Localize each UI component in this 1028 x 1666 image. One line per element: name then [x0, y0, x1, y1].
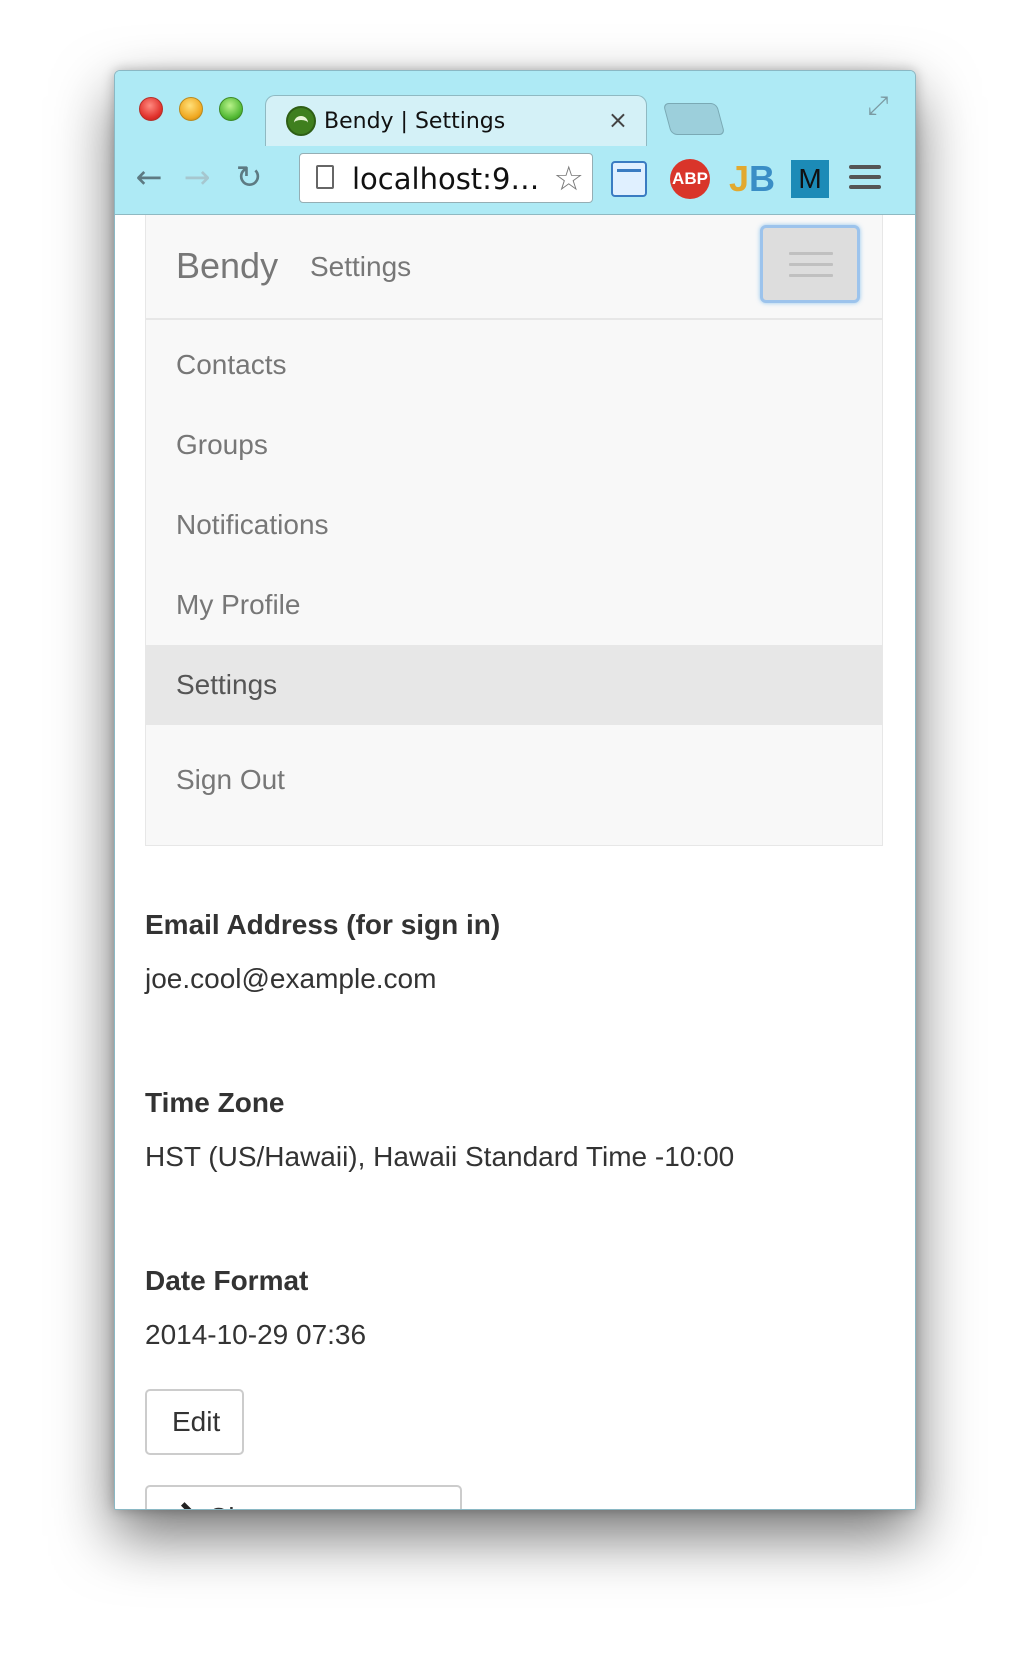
navbar-divider [146, 318, 882, 320]
navbar-menu: Contacts Groups Notifications My Profile… [146, 325, 882, 835]
browser-window: Bendy | Settings × ⤢ ← → ↻ localhost:9… … [114, 70, 916, 1510]
address-bar[interactable]: localhost:9… ☆ [299, 153, 593, 203]
hamburger-icon [789, 252, 833, 255]
bookmark-star-icon[interactable]: ☆ [554, 159, 584, 199]
timezone-label: Time Zone [145, 1087, 285, 1118]
navbar-brand[interactable]: Bendy [176, 245, 278, 287]
hamburger-icon-bar [789, 274, 833, 277]
bendy-favicon-icon [286, 106, 316, 136]
navbar-section-title: Settings [310, 251, 412, 282]
nav-item-notifications[interactable]: Notifications [146, 485, 882, 565]
browser-toolbar: ← → ↻ localhost:9… ☆ ABP JB M [115, 145, 915, 213]
chevron-right-icon [171, 1502, 198, 1509]
url-text[interactable]: localhost:9… [352, 162, 539, 196]
page-icon [316, 165, 334, 189]
nav-item-settings[interactable]: Settings [146, 645, 882, 725]
date-format-value: 2014-10-29 07:36 [145, 1319, 367, 1350]
forward-arrow-icon[interactable]: → [177, 157, 217, 197]
page-viewport: Bendy Settings Contacts Groups Notificat… [115, 215, 915, 1509]
timezone-value: HST (US/Hawaii), Hawaii Standard Time -1… [145, 1141, 735, 1172]
minimize-window-button[interactable] [179, 97, 203, 121]
adblock-plus-icon[interactable]: ABP [670, 159, 710, 199]
zoom-window-button[interactable] [219, 97, 243, 121]
nav-item-my-profile[interactable]: My Profile [146, 565, 882, 645]
change-password-button[interactable]: Change Password [145, 1485, 462, 1509]
tab-title: Bendy | Settings [324, 109, 506, 134]
settings-content: Email Address (for sign in) joe.cool@exa… [145, 905, 883, 1509]
jb-b-letter: B [749, 158, 776, 199]
hamburger-icon-bar [789, 263, 833, 266]
close-window-button[interactable] [139, 97, 163, 121]
reload-icon[interactable]: ↻ [229, 157, 269, 197]
jetbrains-extension-icon[interactable]: JB [729, 158, 776, 199]
nav-item-sign-out[interactable]: Sign Out [146, 725, 882, 835]
chrome-menu-icon[interactable] [849, 159, 881, 195]
tab-close-icon[interactable]: × [608, 106, 628, 134]
navbar: Bendy Settings Contacts Groups Notificat… [145, 215, 883, 846]
fullscreen-icon[interactable]: ⤢ [861, 89, 895, 123]
browser-chrome: Bendy | Settings × ⤢ ← → ↻ localhost:9… … [115, 71, 915, 215]
email-value: joe.cool@example.com [145, 963, 437, 994]
back-arrow-icon[interactable]: ← [129, 157, 169, 197]
nav-item-groups[interactable]: Groups [146, 405, 882, 485]
new-tab-button[interactable] [662, 103, 726, 135]
feed-extension-icon[interactable] [611, 161, 647, 197]
edit-button[interactable]: Edit [145, 1389, 244, 1455]
nav-item-contacts[interactable]: Contacts [146, 325, 882, 405]
m-extension-icon[interactable]: M [791, 160, 829, 198]
jb-j-letter: J [729, 158, 750, 199]
email-label: Email Address (for sign in) [145, 909, 501, 940]
date-format-label: Date Format [145, 1265, 309, 1296]
change-password-label: Change Password [175, 1502, 306, 1509]
browser-tab[interactable]: Bendy | Settings × [265, 95, 647, 146]
navbar-toggle-button[interactable] [760, 225, 860, 303]
